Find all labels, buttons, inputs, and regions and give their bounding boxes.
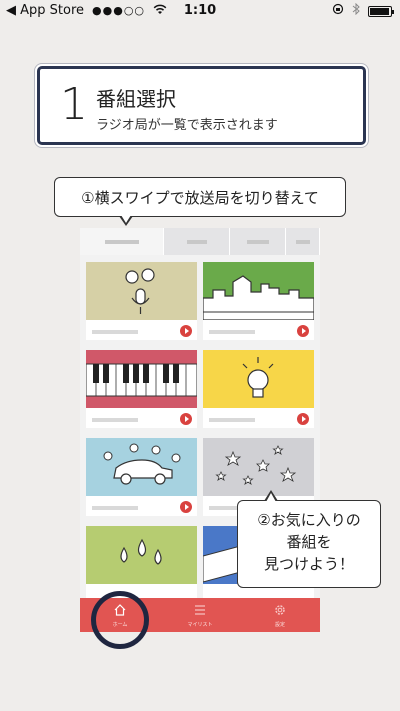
microphone-speech-icon — [86, 262, 197, 320]
favorites-callout-line2: 番組を — [286, 533, 332, 551]
rotation-lock-icon — [332, 3, 344, 19]
tab-station-3[interactable] — [230, 228, 286, 255]
favorites-callout: ②お気に入りの 番組を 見つけよう！ — [237, 490, 381, 588]
play-icon[interactable] — [297, 325, 309, 337]
favorites-callout-line3: 見つけよう！ — [263, 555, 354, 573]
program-card[interactable] — [86, 526, 197, 604]
program-card[interactable] — [86, 438, 197, 516]
step-number: 1 — [60, 79, 88, 130]
home-highlight-ring — [91, 591, 149, 649]
gear-icon — [275, 605, 285, 615]
battery-icon — [368, 5, 394, 17]
piano-keys-icon — [86, 350, 197, 408]
swipe-callout-text: ①横スワイプで放送局を切り替えて — [81, 188, 319, 207]
nav-settings-label: 設定 — [274, 622, 285, 628]
tab-station-1[interactable] — [80, 228, 164, 255]
nav-settings[interactable]: 設定 — [240, 598, 320, 632]
nav-mylist-label: マイリスト — [187, 622, 213, 628]
program-card[interactable] — [86, 350, 197, 428]
water-drops-icon — [86, 526, 197, 584]
list-icon — [195, 605, 205, 615]
lightbulb-icon — [203, 350, 314, 408]
bluetooth-icon — [352, 2, 360, 19]
status-bar: ◀ App Store ●●●○○ 1:10 — [0, 0, 400, 22]
favorites-callout-line1: ②お気に入りの — [257, 511, 361, 529]
stars-icon — [203, 438, 314, 496]
play-icon[interactable] — [180, 413, 192, 425]
step-title: 番組選択 — [96, 87, 176, 111]
nav-mylist[interactable]: マイリスト — [160, 598, 240, 632]
tab-station-2[interactable] — [164, 228, 230, 255]
step-heading-card: 1 番組選択 ラジオ局が一覧で表示されます — [37, 66, 366, 145]
play-icon[interactable] — [180, 501, 192, 513]
step-subtitle: ラジオ局が一覧で表示されます — [96, 118, 278, 133]
play-icon[interactable] — [297, 413, 309, 425]
city-skyline-icon — [203, 262, 314, 320]
car-music-icon — [86, 438, 197, 496]
play-icon[interactable] — [180, 325, 192, 337]
program-card[interactable] — [203, 262, 314, 340]
tab-station-4[interactable] — [286, 228, 320, 255]
program-card[interactable] — [203, 350, 314, 428]
program-card[interactable] — [86, 262, 197, 340]
swipe-callout: ①横スワイプで放送局を切り替えて — [54, 177, 346, 226]
station-tabs — [80, 228, 320, 255]
